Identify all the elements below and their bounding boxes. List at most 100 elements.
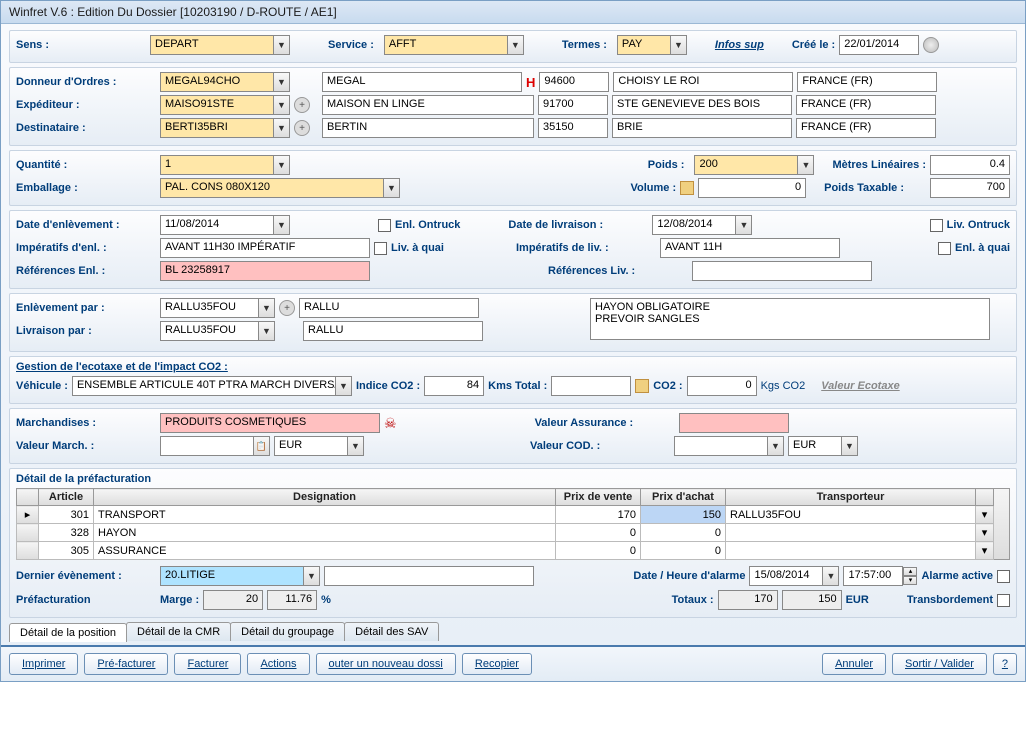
service-label: Service : [328,39,374,51]
liv-ontruck-checkbox[interactable] [930,219,943,232]
liv-carrier-name-field[interactable]: RALLU [303,321,483,341]
donneur-city-field[interactable]: CHOISY LE ROI [613,72,793,92]
dest-add-icon[interactable]: + [294,120,310,136]
enl-carrier-label: Enlèvement par : [16,302,156,314]
tab-cmr[interactable]: Détail de la CMR [126,622,231,641]
dernier-evt-dropdown[interactable]: 20.LITIGE▼ [160,566,320,586]
enl-carrier-dropdown[interactable]: RALLU35FOU▼ [160,298,275,318]
co2-field[interactable]: 0 [687,376,757,396]
dest-country-field[interactable]: FRANCE (FR) [796,118,936,138]
val-march-cur-dropdown[interactable]: EUR▼ [274,436,364,456]
km-field[interactable] [551,376,631,396]
ico2-field[interactable]: 84 [424,376,484,396]
service-dropdown[interactable]: AFFT▼ [384,35,524,55]
enl-quai-checkbox[interactable] [938,242,951,255]
donneur-name-field[interactable]: MEGAL [322,72,522,92]
help-button[interactable]: ? [993,653,1017,675]
table-scrollbar[interactable] [994,488,1010,560]
row-dropdown-icon[interactable]: ▾ [976,542,994,560]
tab-sav[interactable]: Détail des SAV [344,622,439,641]
sens-dropdown[interactable]: DEPART▼ [150,35,290,55]
enl-carrier-name-field[interactable]: RALLU [299,298,479,318]
liv-date-field[interactable]: 12/08/2014▼ [652,215,752,235]
window-titlebar: Winfret V.6 : Edition Du Dossier [102031… [1,1,1025,24]
sortir-valider-button[interactable]: Sortir / Valider [892,653,987,675]
vol-label: Volume : [630,182,676,194]
exped-zip-field[interactable]: 91700 [538,95,608,115]
dest-city-field[interactable]: BRIE [612,118,792,138]
row-dropdown-icon[interactable]: ▾ [976,524,994,542]
alarm-date-field[interactable]: 15/08/2014▼ [749,566,839,586]
val-cod-label: Valeur COD. : [530,440,670,452]
enl-ontruck-checkbox[interactable] [378,219,391,232]
vol-edit-icon[interactable] [680,181,694,195]
exped-city-field[interactable]: STE GENEVIEVE DES BOIS [612,95,792,115]
enl-ref-label: Références Enl. : [16,265,156,277]
recopier-button[interactable]: Recopier [462,653,532,675]
dest-code-dropdown[interactable]: BERTI35BRI▼ [160,118,290,138]
pt-field[interactable]: 700 [930,178,1010,198]
liv-carrier-dropdown[interactable]: RALLU35FOU▼ [160,321,275,341]
hazard-skull-icon: ☠ [384,415,397,432]
ml-field[interactable]: 0.4 [930,155,1010,175]
liv-ref-field[interactable] [692,261,872,281]
emb-dropdown[interactable]: PAL. CONS 080X120▼ [160,178,400,198]
enl-quai-label: Enl. à quai [955,242,1010,254]
val-assur-field[interactable] [679,413,789,433]
donneur-zip-field[interactable]: 94600 [539,72,609,92]
status-dot-icon [923,37,939,53]
qty-dropdown[interactable]: 1▼ [160,155,290,175]
dest-zip-field[interactable]: 35150 [538,118,608,138]
termes-dropdown[interactable]: PAY▼ [617,35,687,55]
marge-val-field: 20 [203,590,263,610]
tab-groupage[interactable]: Détail du groupage [230,622,345,641]
donneur-country-field[interactable]: FRANCE (FR) [797,72,937,92]
km-label: Kms Total : [488,380,547,392]
tab-position[interactable]: Détail de la position [9,623,127,642]
exped-name-field[interactable]: MAISON EN LINGE [322,95,534,115]
alarm-time-spinner[interactable]: ▴▾ [903,567,917,585]
vehicule-dropdown[interactable]: ENSEMBLE ARTICULE 40T PTRA MARCH DIVERS/… [72,376,352,396]
facturer-button[interactable]: Facturer [174,653,241,675]
exped-add-icon[interactable]: + [294,97,310,113]
valeur-ecotaxe-link[interactable]: Valeur Ecotaxe [821,380,899,392]
exped-country-field[interactable]: FRANCE (FR) [796,95,936,115]
row-dropdown-icon[interactable]: ▾ [976,506,994,524]
dernier-evt-note-field[interactable] [324,566,534,586]
enl-imp-field[interactable]: AVANT 11H30 IMPÉRATIF [160,238,370,258]
co2-label: CO2 : [653,380,682,392]
actions-button[interactable]: Actions [247,653,309,675]
cree-field[interactable]: 22/01/2014 [839,35,919,55]
carrier-notes-textarea[interactable]: HAYON OBLIGATOIRE PREVOIR SANGLES [590,298,990,340]
dest-name-field[interactable]: BERTIN [322,118,534,138]
transbordement-checkbox[interactable] [997,594,1010,607]
poids-dropdown[interactable]: 200▼ [694,155,814,175]
val-march-field[interactable]: 📋 [160,436,270,456]
enl-carrier-add-icon[interactable]: + [279,300,295,316]
val-cod-cur-dropdown[interactable]: EUR▼ [788,436,858,456]
val-cod-field[interactable]: ▼ [674,436,784,456]
liv-quai-checkbox[interactable] [374,242,387,255]
prefac-table[interactable]: Article Designation Prix de vente Prix d… [16,488,994,560]
alarm-active-checkbox[interactable] [997,570,1010,583]
imprimer-button[interactable]: Imprimer [9,653,78,675]
pct-label: % [321,594,331,606]
table-row: ▸ 301 TRANSPORT 170 150 RALLU35FOU ▾ [17,506,994,524]
nouveau-dossier-button[interactable]: outer un nouveau dossi [316,653,456,675]
prefacturer-button[interactable]: Pré-facturer [84,653,168,675]
vol-field[interactable]: 0 [698,178,806,198]
prefacturation-label: Préfacturation [16,594,156,606]
row-marker-icon[interactable]: ▸ [17,506,39,524]
march-field[interactable]: PRODUITS COSMETIQUES [160,413,380,433]
annuler-button[interactable]: Annuler [822,653,886,675]
liv-imp-field[interactable]: AVANT 11H [660,238,840,258]
marge-label: Marge : [160,594,199,606]
exped-code-dropdown[interactable]: MAISO91STE▼ [160,95,290,115]
infos-sup-link[interactable]: Infos sup [715,39,764,51]
donneur-code-dropdown[interactable]: MEGAL94CHO▼ [160,72,290,92]
km-edit-icon[interactable] [635,379,649,393]
enl-date-field[interactable]: 11/08/2014▼ [160,215,290,235]
enl-ref-field[interactable]: BL 23258917 [160,261,370,281]
alarm-time-field[interactable]: 17:57:00 [843,566,903,586]
march-label: Marchandises : [16,417,156,429]
